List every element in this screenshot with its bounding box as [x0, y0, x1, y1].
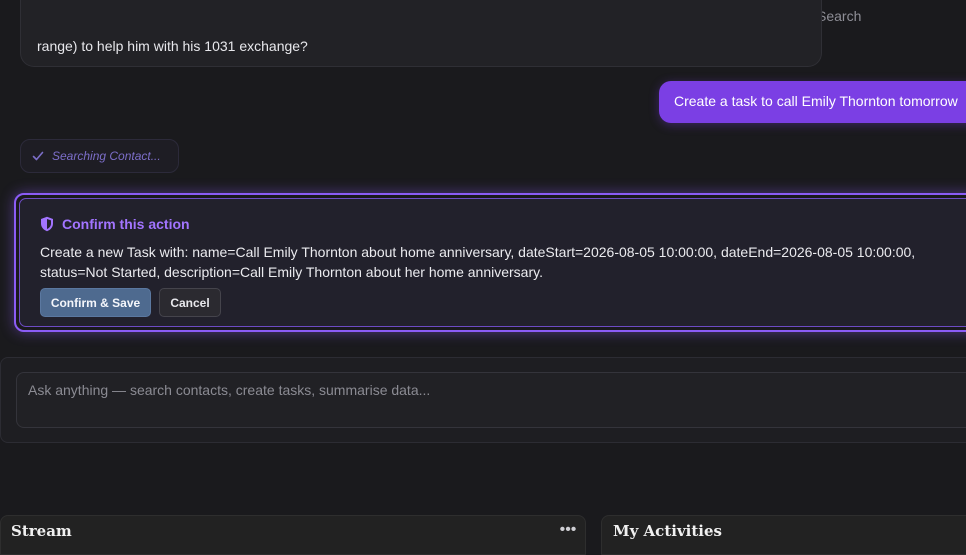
- user-message: Create a task to call Emily Thornton tom…: [659, 81, 966, 123]
- assistant-message-text: range) to help him with his 1031 exchang…: [37, 38, 308, 54]
- check-icon: [32, 151, 44, 161]
- stream-panel: Stream •••: [0, 515, 586, 555]
- cancel-button[interactable]: Cancel: [159, 288, 221, 317]
- activities-title: My Activities: [613, 522, 722, 540]
- tool-status-chip: Searching Contact...: [20, 139, 179, 173]
- chat-input-placeholder: Ask anything — search contacts, create t…: [28, 382, 431, 398]
- stream-title: Stream: [11, 522, 72, 540]
- shield-icon: [41, 216, 53, 232]
- confirm-save-button[interactable]: Confirm & Save: [40, 288, 151, 317]
- confirm-title: Confirm this action: [62, 216, 190, 232]
- tool-status-text: Searching Contact...: [52, 149, 161, 163]
- chat-input[interactable]: Ask anything — search contacts, create t…: [16, 372, 966, 428]
- search-link[interactable]: Search: [817, 8, 861, 24]
- assistant-message: range) to help him with his 1031 exchang…: [20, 0, 822, 67]
- more-horizontal-icon[interactable]: •••: [556, 522, 580, 540]
- confirm-action-panel: Confirm this action Create a new Task wi…: [19, 198, 966, 327]
- confirm-description: Create a new Task with: name=Call Emily …: [40, 244, 916, 280]
- user-message-text: Create a task to call Emily Thornton tom…: [674, 93, 958, 109]
- confirm-action-card: Confirm this action Create a new Task wi…: [14, 193, 966, 332]
- confirm-header: Confirm this action: [40, 216, 190, 232]
- activities-panel: My Activities: [601, 515, 966, 555]
